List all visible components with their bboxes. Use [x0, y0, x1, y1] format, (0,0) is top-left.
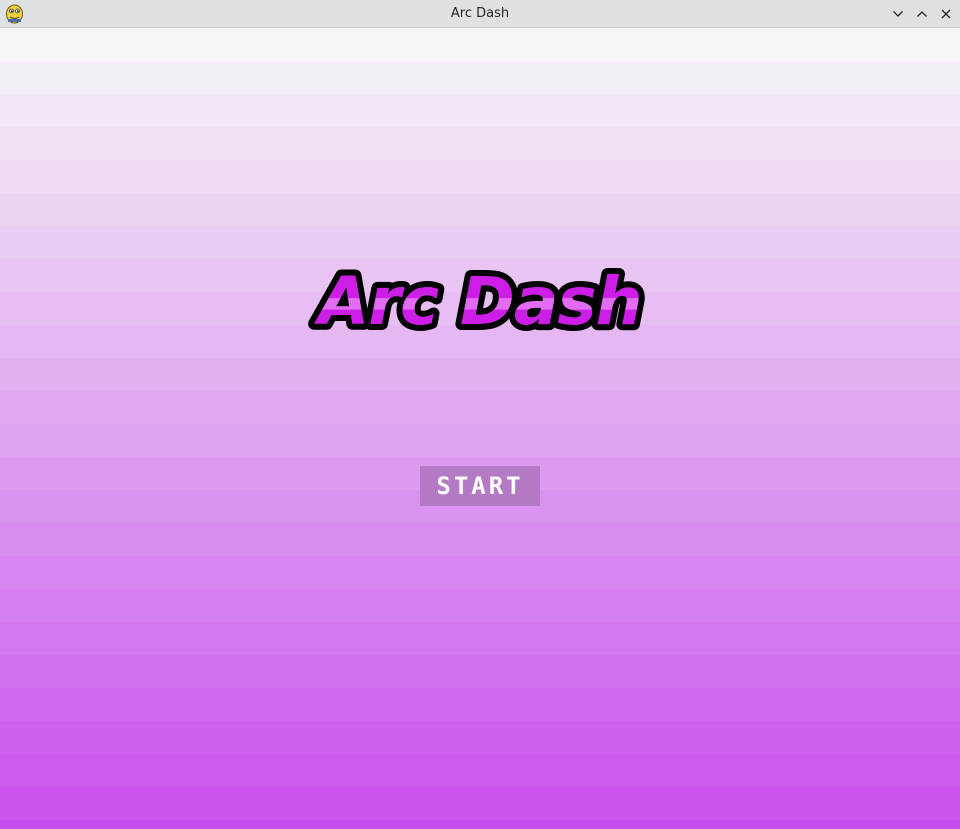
background-band: [0, 61, 960, 94]
close-icon: [941, 9, 951, 19]
close-button[interactable]: [936, 4, 956, 24]
game-window: Arc Dash Arc Dash Arc Dash START: [0, 0, 960, 829]
maximize-button[interactable]: [912, 4, 932, 24]
background-band: [0, 556, 960, 589]
background-band: [0, 424, 960, 457]
gradient-background: [0, 28, 960, 829]
background-band: [0, 589, 960, 622]
background-band: [0, 754, 960, 787]
background-band: [0, 127, 960, 160]
background-band: [0, 655, 960, 688]
window-title: Arc Dash: [450, 6, 510, 21]
background-band: [0, 193, 960, 226]
background-band: [0, 94, 960, 127]
chevron-down-icon: [893, 11, 903, 17]
background-band: [0, 391, 960, 424]
title-bar[interactable]: Arc Dash: [0, 0, 960, 28]
background-band: [0, 28, 960, 61]
minimize-button[interactable]: [888, 4, 908, 24]
background-band: [0, 523, 960, 556]
chevron-up-icon: [917, 11, 927, 17]
logo-text: Arc Dash: [313, 263, 641, 340]
background-band: [0, 820, 960, 829]
background-band: [0, 721, 960, 754]
background-band: [0, 688, 960, 721]
background-band: [0, 787, 960, 820]
game-canvas[interactable]: Arc Dash Arc Dash START: [0, 28, 960, 829]
start-button[interactable]: START: [420, 466, 540, 506]
background-band: [0, 226, 960, 259]
background-band: [0, 622, 960, 655]
background-band: [0, 358, 960, 391]
game-logo: Arc Dash Arc Dash: [300, 256, 660, 340]
background-band: [0, 160, 960, 193]
